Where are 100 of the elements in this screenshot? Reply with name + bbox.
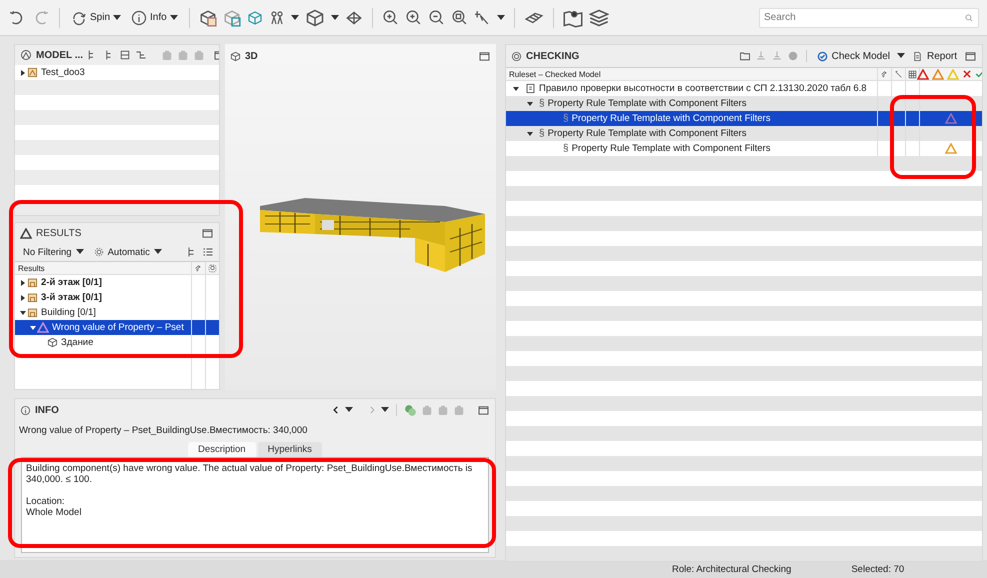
cubes-icon[interactable] [198, 8, 217, 26]
tab[interactable]: Hyperlinks [258, 442, 322, 457]
rule-label: Property Rule Template with Component Filters [572, 113, 770, 124]
warning-icon [947, 68, 959, 80]
check-circle-icon [816, 50, 828, 62]
info-button[interactable]: Info [129, 8, 180, 28]
results-icon [20, 228, 32, 238]
error-icon [962, 69, 972, 79]
hierarchy-icon[interactable] [135, 49, 148, 61]
caret-icon[interactable] [154, 249, 162, 255]
zoom-out-icon[interactable] [428, 9, 445, 26]
caret-icon[interactable] [76, 249, 84, 255]
check-model-button[interactable]: Check Model [814, 50, 893, 62]
caret-icon[interactable] [345, 407, 353, 413]
cubes-icon[interactable] [222, 8, 241, 26]
section-icon: § [563, 113, 569, 124]
link-icon [194, 264, 203, 272]
panel-title: CHECKING [526, 50, 580, 62]
expand-arrow-icon[interactable] [527, 130, 533, 136]
caret-icon[interactable] [381, 407, 389, 413]
dot-icon[interactable] [786, 50, 799, 62]
rule-label: Правило проверки высотности в соответствии с СП 2.13130.2020 табл 6.8 [539, 83, 867, 94]
panel-title: INFO [35, 404, 59, 416]
description-text: Building component(s) have wrong value. The actual value of Property: Pset_BuildingUse.Вместимость is 340,000. ≤ 100. [26, 463, 474, 485]
clipboard-icon[interactable] [437, 404, 449, 416]
result-label: 3-й этаж [0/1] [41, 292, 102, 303]
column-header: Ruleset – Checked Model [508, 68, 602, 80]
check-icon [975, 69, 982, 79]
expand-arrow-icon[interactable] [20, 310, 26, 316]
maximize-icon[interactable] [477, 404, 490, 416]
rule-row[interactable]: § Property Rule Template with Component Filters [506, 111, 982, 126]
info-icon [131, 10, 148, 26]
clipboard-icon[interactable] [177, 49, 190, 61]
cube-icon [47, 337, 58, 348]
caret-icon[interactable] [290, 14, 299, 20]
expand-arrow-icon[interactable] [30, 324, 36, 330]
rule-row[interactable]: § Property Rule Template with Component Filters [506, 126, 982, 141]
caret-icon[interactable] [113, 14, 122, 20]
cube-icon[interactable] [246, 10, 263, 26]
building-icon [27, 307, 38, 318]
pointer-icon[interactable] [474, 9, 491, 26]
section-icon: § [539, 98, 545, 109]
caret-icon[interactable] [170, 14, 178, 20]
expand-arrow-icon[interactable] [20, 294, 26, 300]
result-row[interactable]: Здание [15, 335, 219, 350]
layers-icon[interactable] [588, 8, 609, 28]
expand-arrow-icon[interactable] [20, 70, 26, 76]
rule-label: Property Rule Template with Component Filters [548, 128, 746, 139]
model-row[interactable]: Test_doo3 [15, 65, 219, 80]
result-label: 2-й этаж [0/1] [41, 277, 102, 288]
panel-title: MODEL ... [36, 50, 84, 60]
result-row[interactable]: 3-й этаж [0/1] [15, 290, 219, 305]
maximize-icon[interactable] [478, 50, 491, 62]
result-row[interactable]: 2-й этаж [0/1] [15, 275, 219, 290]
maximize-icon[interactable] [964, 50, 977, 62]
search-field[interactable]: Search [759, 8, 979, 28]
caret-icon[interactable] [496, 14, 505, 20]
column-header: Results [17, 262, 46, 274]
section-icon: § [563, 143, 569, 154]
expand-arrow-icon[interactable] [513, 86, 519, 92]
clipboard-icon[interactable] [161, 49, 174, 61]
tab[interactable]: Description [188, 442, 256, 457]
zoom-selected-icon[interactable] [450, 9, 468, 26]
list-icon[interactable] [119, 49, 132, 61]
wrench-icon [894, 70, 903, 78]
expand-arrow-icon[interactable] [527, 100, 533, 106]
info-icon [20, 404, 31, 416]
clipboard-icon[interactable] [453, 404, 465, 416]
clipboard-icon[interactable] [193, 49, 206, 61]
caret-icon[interactable] [330, 14, 339, 20]
figures-icon[interactable] [268, 10, 285, 26]
result-row[interactable]: Wrong value of Property – Pset [15, 320, 219, 335]
building-icon [27, 277, 38, 288]
report-button[interactable]: Report [908, 50, 960, 62]
role-label: Role: Architectural Checking [672, 564, 792, 574]
zoom-in-icon[interactable] [404, 9, 422, 26]
maximize-icon[interactable] [201, 226, 214, 240]
rule-row[interactable]: § Property Rule Template with Component Filters [506, 96, 982, 111]
list-icon[interactable] [202, 246, 214, 258]
section-icon: § [539, 128, 545, 139]
section-box-icon[interactable] [344, 8, 363, 26]
expand-arrow-icon[interactable] [20, 280, 26, 286]
clipboard-icon[interactable] [421, 404, 433, 416]
zoom-extents-icon[interactable] [382, 9, 399, 26]
cube-icon [230, 50, 241, 62]
warning-icon [932, 68, 944, 80]
spin-button[interactable]: Spin [69, 8, 124, 28]
folder-icon[interactable] [738, 50, 751, 62]
cube-icon[interactable] [304, 8, 325, 28]
description-text: Location: Whole Model [26, 496, 82, 518]
result-label: Wrong value of Property – Pset [52, 322, 184, 333]
panel-title: 3D [245, 50, 258, 62]
result-label: Здание [61, 337, 94, 348]
mode-dropdown[interactable]: Automatic [90, 246, 165, 258]
caret-icon[interactable] [896, 53, 905, 59]
issue-heading: Wrong value of Property – Pset_BuildingUse.Вместимость: 340,000 [18, 424, 308, 438]
link-icon [880, 70, 889, 78]
model-label: Test_doo3 [41, 67, 85, 78]
gear-icon [94, 247, 104, 257]
filter-dropdown[interactable]: No Filtering [20, 246, 87, 258]
